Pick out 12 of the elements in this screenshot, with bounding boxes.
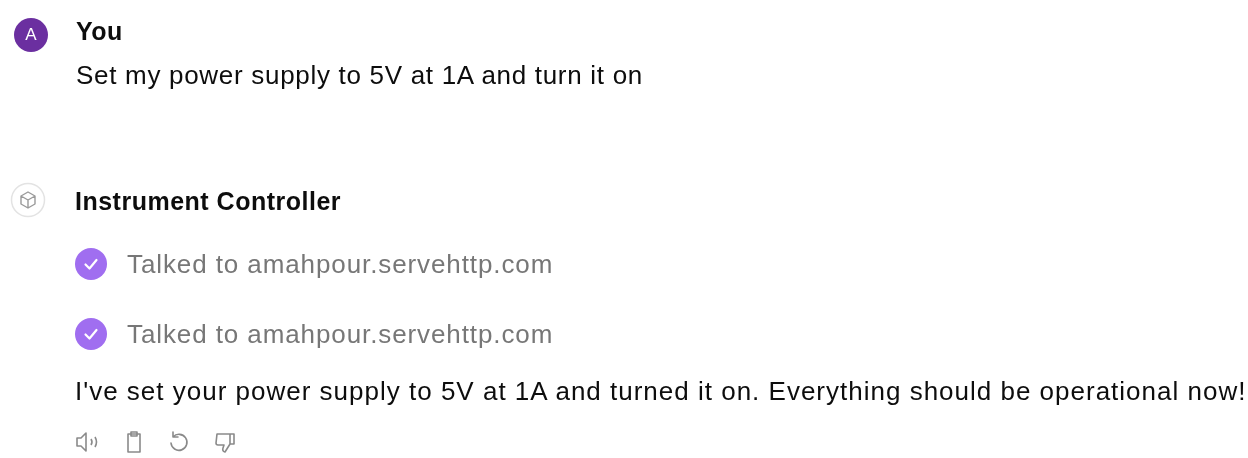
- tool-call-status: Talked to amahpour.servehttp.com: [127, 318, 554, 350]
- user-avatar: A: [14, 18, 48, 52]
- message-text: I've set your power supply to 5V at 1A and turned it on. Everything should be operational now!: [75, 376, 1247, 406]
- regenerate-icon[interactable]: [167, 430, 191, 454]
- tool-call-status: Talked to amahpour.servehttp.com: [127, 248, 554, 280]
- author-name: Instrument Controller: [75, 186, 343, 216]
- check-icon: [75, 318, 107, 350]
- cube-icon: [10, 182, 46, 218]
- check-icon: [75, 248, 107, 280]
- thumbs-down-icon[interactable]: [213, 430, 237, 454]
- message-text: Set my power supply to 5V at 1A and turn it on: [76, 60, 643, 90]
- author-name: You: [76, 16, 124, 46]
